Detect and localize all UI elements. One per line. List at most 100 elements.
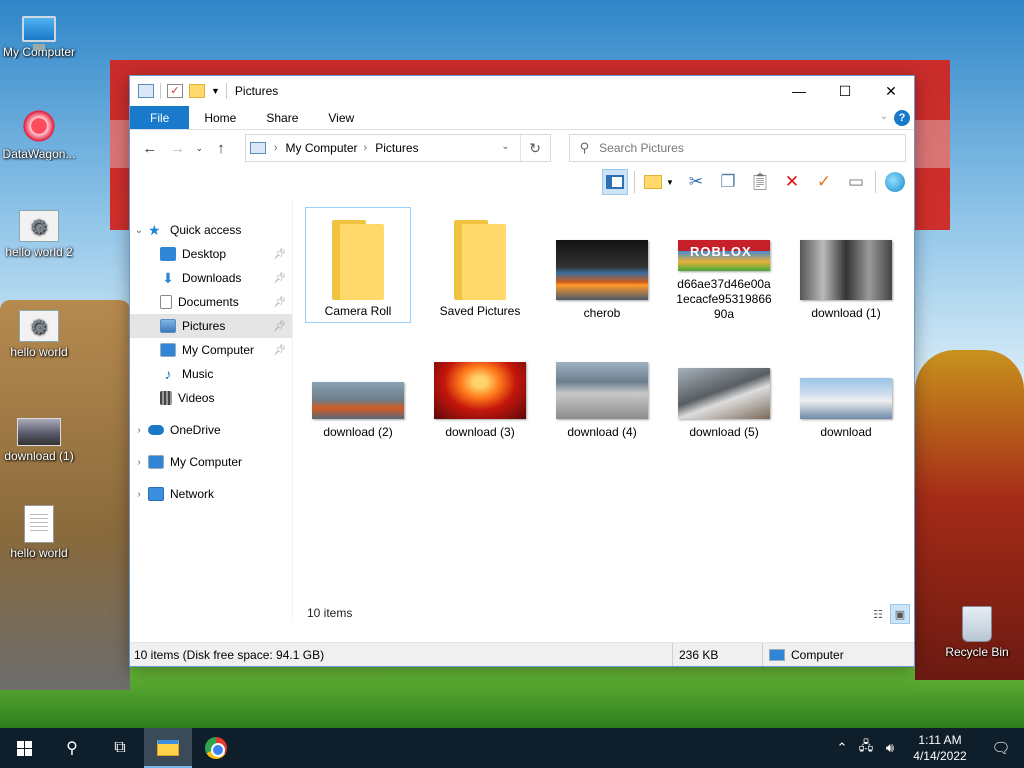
chevron-up-icon[interactable]: ⌃	[830, 740, 854, 756]
nav-label: Quick access	[170, 223, 242, 237]
file-name: download (2)	[323, 425, 393, 439]
tab-view[interactable]: View	[313, 106, 369, 129]
file-item-download[interactable]: download	[793, 361, 899, 441]
nav-item-desktop[interactable]: Desktop 📌︎	[130, 242, 292, 266]
file-item-download-2[interactable]: download (2)	[305, 361, 411, 441]
address-row: ← → ⌄ ↑ › My Computer › Pictures ⌄ ↻ ⚲ S…	[130, 130, 914, 166]
new-folder-icon[interactable]	[189, 84, 205, 98]
recent-locations-button[interactable]: ⌄	[193, 143, 205, 154]
desktop-icon-label: download (1)	[4, 449, 74, 463]
desktop-icon-hello-world-text[interactable]: hello world	[0, 505, 78, 560]
expand-ribbon-icon[interactable]: ⌄	[880, 111, 888, 122]
globe-button[interactable]	[882, 169, 908, 195]
file-item-download-4[interactable]: download (4)	[549, 361, 655, 441]
delete-button[interactable]: ✕	[779, 169, 805, 195]
chevron-right-icon[interactable]: ›	[130, 425, 148, 436]
large-icons-view-button[interactable]: ▣	[890, 604, 910, 624]
nav-item-network[interactable]: › Network	[130, 482, 292, 506]
volume-icon[interactable]: 🔊︎	[878, 740, 902, 756]
pin-icon[interactable]: 📌︎	[273, 297, 286, 308]
file-item-d66ae37d[interactable]: d66ae37d46e00a1ecacfe9531986690a	[671, 207, 777, 323]
details-view-button[interactable]: ☷	[868, 604, 888, 624]
pin-icon[interactable]: 📌︎	[273, 249, 286, 260]
desktop-icon-label: Recycle Bin	[945, 645, 1009, 659]
file-name: download (1)	[811, 306, 881, 320]
title-bar[interactable]: ✓ ▼ Pictures — ☐ ✕	[130, 76, 914, 106]
chevron-down-icon[interactable]: ⌄	[130, 225, 148, 236]
tab-share[interactable]: Share	[251, 106, 313, 129]
status-bar: 10 items (Disk free space: 94.1 GB) 236 …	[130, 642, 914, 666]
nav-item-documents[interactable]: Documents 📌︎	[130, 290, 292, 314]
image-file-icon	[17, 418, 61, 446]
nav-item-videos[interactable]: Videos	[130, 386, 292, 410]
back-button[interactable]: ←	[138, 140, 162, 157]
close-button[interactable]: ✕	[868, 76, 914, 106]
rename-button[interactable]: ✓	[811, 169, 837, 195]
nav-item-downloads[interactable]: ⬇ Downloads 📌︎	[130, 266, 292, 290]
network-icon[interactable]: 🖧︎	[854, 737, 878, 759]
tab-home[interactable]: Home	[189, 106, 251, 129]
nav-item-my-computer-pinned[interactable]: My Computer 📌︎	[130, 338, 292, 362]
file-item-saved-pictures[interactable]: Saved Pictures	[427, 207, 533, 323]
computer-icon	[249, 142, 266, 154]
nav-item-pictures[interactable]: Pictures 📌︎	[130, 314, 292, 338]
document-icon	[160, 295, 172, 309]
file-item-download-1[interactable]: download (1)	[793, 207, 899, 323]
address-bar[interactable]: › My Computer › Pictures ⌄ ↻	[244, 134, 551, 162]
forward-button[interactable]: →	[166, 140, 190, 157]
desktop-icon-recycle-bin[interactable]: Recycle Bin	[938, 606, 1016, 659]
help-button[interactable]: ?	[894, 110, 910, 126]
chevron-down-icon[interactable]: ⌄	[501, 141, 509, 152]
search-input[interactable]: ⚲ Search Pictures	[568, 134, 907, 162]
nav-item-music[interactable]: ♪ Music	[130, 362, 292, 386]
breadcrumb-my-computer[interactable]: My Computer	[286, 141, 358, 155]
desktop-icon-hello-world-2[interactable]: hello world 2	[0, 210, 78, 259]
customize-qat-icon[interactable]: ▼	[211, 86, 220, 96]
desktop-icon-download-1[interactable]: download (1)	[0, 418, 78, 463]
copy-button[interactable]: ❐	[715, 169, 741, 195]
paste-button[interactable]: 📋︎	[747, 169, 773, 195]
navigation-pane: ⌄ ★ Quick access Desktop 📌︎ ⬇ Downloads …	[130, 201, 293, 618]
pin-icon[interactable]: 📌︎	[273, 273, 286, 284]
clock[interactable]: 1:11 AM 4/14/2022	[902, 732, 978, 764]
file-item-cherob[interactable]: cherob	[549, 207, 655, 323]
desktop-icon-label: hello world 2	[5, 245, 73, 259]
refresh-button[interactable]: ↻	[519, 135, 550, 161]
up-button[interactable]: ↑	[209, 140, 233, 157]
notifications-icon[interactable]: 🗨︎	[978, 739, 1024, 757]
start-button[interactable]	[0, 728, 48, 768]
nav-item-my-computer[interactable]: › My Computer	[130, 450, 292, 474]
file-name: download (4)	[567, 425, 637, 439]
layout-button[interactable]: ▼	[641, 169, 677, 195]
search-button[interactable]: ⚲	[48, 728, 96, 768]
file-item-download-3[interactable]: download (3)	[427, 361, 533, 441]
file-grid: Camera Roll Saved Pictures cherob d66ae3…	[305, 207, 914, 323]
taskbar-chrome[interactable]	[192, 728, 240, 768]
chevron-right-icon[interactable]: ›	[130, 489, 148, 500]
preview-pane-button[interactable]	[602, 169, 628, 195]
pin-icon[interactable]: 📌︎	[273, 321, 286, 332]
minimize-button[interactable]: —	[776, 76, 822, 106]
desktop-icon-datawagon[interactable]: DataWagon...	[0, 108, 78, 161]
taskbar-file-explorer[interactable]	[144, 728, 192, 768]
tab-file[interactable]: File	[130, 106, 190, 129]
file-item-download-5[interactable]: download (5)	[671, 361, 777, 441]
file-item-camera-roll[interactable]: Camera Roll	[305, 207, 411, 323]
nav-label: Pictures	[182, 319, 226, 333]
window-title: Pictures	[234, 84, 279, 98]
breadcrumb-pictures[interactable]: Pictures	[375, 141, 418, 155]
pin-icon[interactable]: 📌︎	[273, 345, 286, 356]
properties-button[interactable]: ▭	[843, 169, 869, 195]
desktop-icon-my-computer[interactable]: My Computer	[0, 10, 78, 59]
nav-item-quick-access[interactable]: ⌄ ★ Quick access	[130, 218, 292, 242]
nav-item-onedrive[interactable]: › OneDrive	[130, 418, 292, 442]
windows-logo-icon	[16, 740, 32, 756]
desktop-icon-hello-world[interactable]: hello world	[0, 310, 78, 359]
properties-icon[interactable]: ✓	[167, 84, 183, 98]
chevron-right-icon[interactable]: ›	[130, 457, 148, 468]
folder-icon	[450, 220, 510, 300]
cut-button[interactable]: ✂	[683, 169, 709, 195]
maximize-button[interactable]: ☐	[822, 76, 868, 106]
file-explorer-icon	[157, 740, 179, 756]
task-view-button[interactable]: ⧉	[96, 728, 144, 768]
